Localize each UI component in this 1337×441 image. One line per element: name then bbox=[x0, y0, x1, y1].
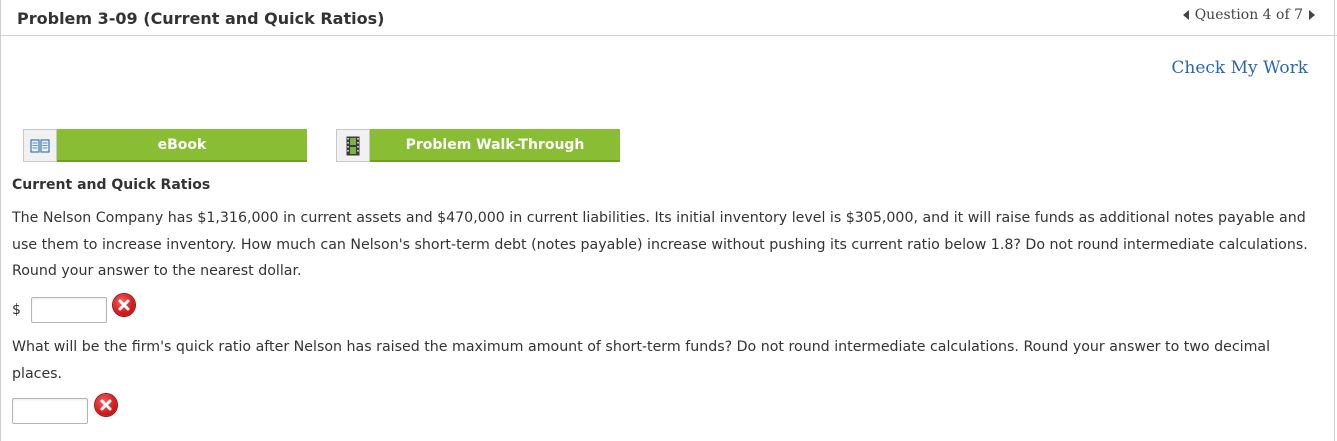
check-my-work-link[interactable]: Check My Work bbox=[1171, 58, 1308, 78]
currency-prefix: $ bbox=[12, 302, 21, 318]
answer-2-input[interactable] bbox=[12, 398, 88, 424]
next-question-icon[interactable] bbox=[1309, 10, 1315, 20]
question-2-text: What will be the firm's quick ratio afte… bbox=[12, 339, 1271, 382]
problem-walkthrough-button[interactable]: Problem Walk-Through bbox=[336, 129, 620, 162]
incorrect-x-icon bbox=[95, 394, 117, 416]
ebook-button[interactable]: eBook bbox=[23, 129, 307, 162]
question-navigation: Question 4 of 7 bbox=[1182, 7, 1315, 23]
answer-1-input[interactable] bbox=[31, 297, 107, 323]
book-icon bbox=[23, 129, 57, 162]
incorrect-x-icon bbox=[113, 294, 135, 316]
prev-question-icon[interactable] bbox=[1182, 10, 1189, 20]
question-counter: Question 4 of 7 bbox=[1194, 7, 1303, 23]
problem-title: Problem 3-09 (Current and Quick Ratios) bbox=[17, 9, 385, 28]
section-title: Current and Quick Ratios bbox=[12, 177, 211, 193]
question-1-text: The Nelson Company has $1,316,000 in cur… bbox=[12, 210, 1308, 279]
problem-walkthrough-label: Problem Walk-Through bbox=[370, 129, 620, 162]
film-icon bbox=[336, 129, 370, 162]
ebook-label: eBook bbox=[57, 129, 307, 162]
problem-header: Problem 3-09 (Current and Quick Ratios) … bbox=[0, 0, 1337, 36]
